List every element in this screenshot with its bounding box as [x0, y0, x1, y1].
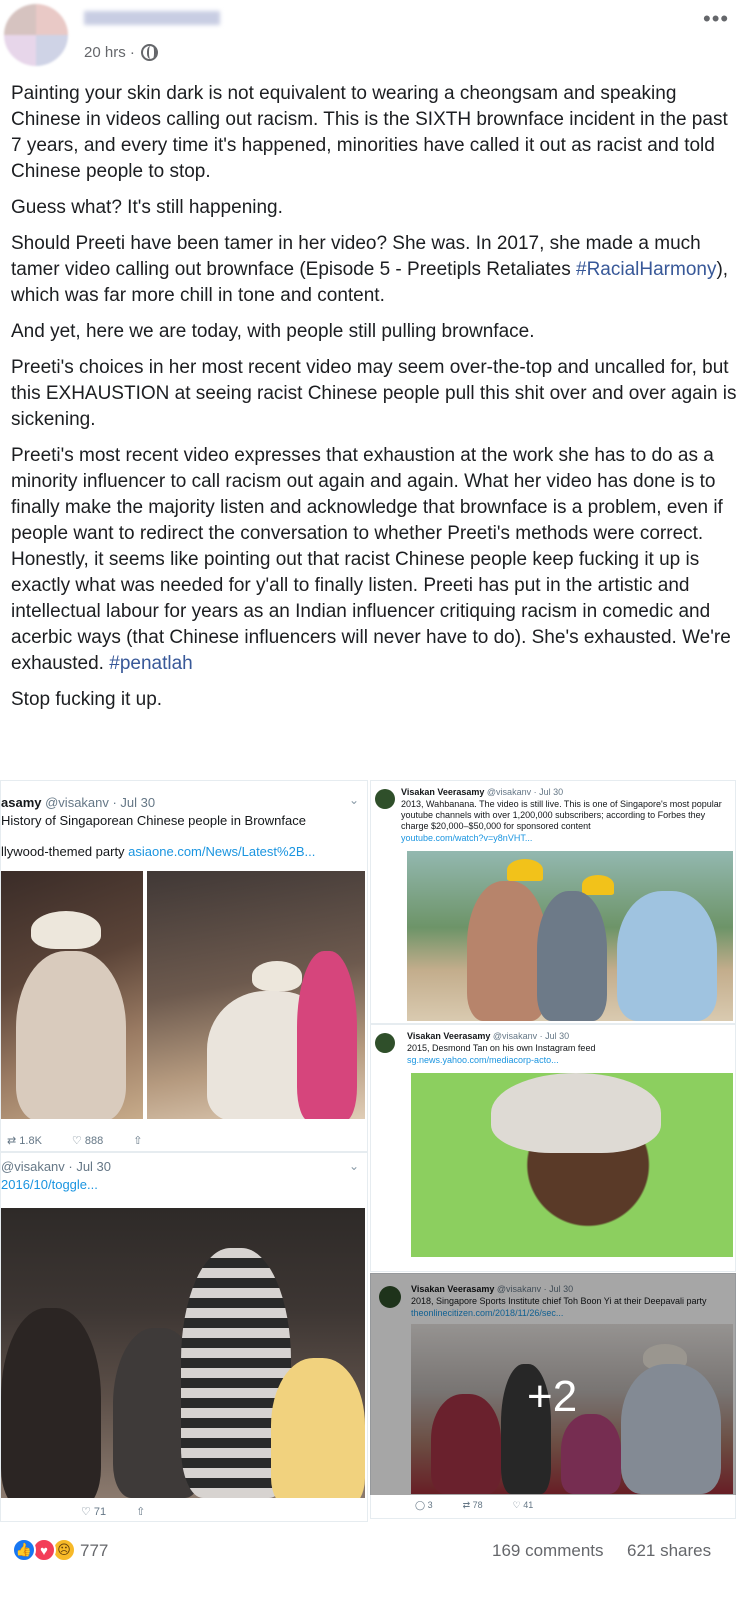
- tweet-handle: @visakanv · Jul 30: [45, 795, 156, 810]
- tweet-header: @visakanv · Jul 30: [1, 1159, 111, 1174]
- retweet-icon[interactable]: ⇄ 1.8K: [7, 1134, 42, 1147]
- paragraph: Should Preeti have been tamer in her vid…: [11, 231, 741, 309]
- heart-icon[interactable]: ♡ 888: [72, 1134, 103, 1147]
- tweet-author: asamy: [1, 795, 42, 810]
- paragraph: Preeti's most recent video expresses tha…: [11, 443, 741, 677]
- chevron-down-icon[interactable]: ⌄: [349, 793, 359, 807]
- hardhat-shape: [582, 875, 614, 895]
- tweet-photo[interactable]: [147, 871, 365, 1119]
- avatar[interactable]: [4, 4, 68, 66]
- tweet-link[interactable]: 2016/10/toggle...: [1, 1177, 98, 1192]
- person-figure: [297, 951, 357, 1119]
- tweet-link[interactable]: asiaone.com/News/Latest%2B...: [128, 844, 315, 859]
- tweet-link[interactable]: youtube.com/watch?v=y8nVHT...: [401, 833, 532, 843]
- heart-icon[interactable]: ♡ 71: [81, 1505, 106, 1518]
- tweet-photo[interactable]: [1, 1208, 365, 1498]
- post-body: Painting your skin dark is not equivalen…: [11, 81, 741, 723]
- tweet-text-line: llywood-themed party asiaone.com/News/La…: [1, 844, 316, 859]
- tweet-text: 2013, Wahbanana. The video is still live…: [401, 799, 722, 831]
- tweet-header: Visakan Veerasamy @visakanv · Jul 30: [401, 787, 564, 797]
- tweet-text: 2015, Desmond Tan on his own Instagram f…: [407, 1043, 596, 1053]
- chevron-down-icon[interactable]: ⌄: [349, 1159, 359, 1173]
- tweet-photo[interactable]: [1, 871, 143, 1119]
- tweet-actions: ◯ 3 ⇄ 78 ♡ 41: [415, 1500, 533, 1511]
- tweet-screenshot[interactable]: Visakan Veerasamy @visakanv · Jul 30 201…: [370, 780, 736, 1024]
- comments-count[interactable]: 169 comments: [492, 1541, 604, 1561]
- tweet-header: Visakan Veerasamy @visakanv · Jul 30: [407, 1031, 570, 1041]
- turban-shape: [491, 1073, 661, 1153]
- tweet-screenshot[interactable]: asamy @visakanv · Jul 30 ⌄ History of Si…: [0, 780, 368, 1152]
- paragraph: And yet, here we are today, with people …: [11, 321, 535, 342]
- tweet-photo[interactable]: [411, 1073, 733, 1257]
- tweet-handle: @visakanv · Jul 30: [1, 1159, 112, 1174]
- shares-count[interactable]: 621 shares: [627, 1541, 711, 1561]
- person-figure: [1, 1308, 101, 1498]
- hashtag-link[interactable]: #penatlah: [109, 653, 192, 674]
- paragraph: Stop fucking it up.: [11, 689, 163, 710]
- turban-shape: [31, 911, 101, 949]
- like-icon[interactable]: 👍: [12, 1538, 36, 1562]
- tweet-screenshot[interactable]: @visakanv · Jul 30 ⌄ 2016/10/toggle... ♡…: [0, 1152, 368, 1522]
- tweet-screenshot[interactable]: Visakan Veerasamy @visakanv · Jul 30 201…: [370, 1024, 736, 1272]
- person-figure: [537, 891, 607, 1021]
- reply-icon[interactable]: ◯ 3: [415, 1500, 433, 1511]
- tweet-avatar[interactable]: [375, 1033, 395, 1053]
- person-figure: [16, 951, 126, 1119]
- post-timestamp[interactable]: 20 hrs ·: [84, 44, 158, 61]
- post-footer: 👍 ♥ ☹ 777 169 comments 621 shares: [0, 1530, 750, 1600]
- tweet-link[interactable]: sg.news.yahoo.com/mediacorp-acto...: [407, 1055, 559, 1065]
- paragraph: Guess what? It's still happening.: [11, 197, 283, 218]
- author-name-blurred[interactable]: [84, 11, 220, 25]
- person-figure: [467, 881, 547, 1021]
- share-icon[interactable]: ⇧: [133, 1134, 142, 1147]
- tweet-photo[interactable]: [407, 851, 733, 1021]
- retweet-icon[interactable]: ⇄ 78: [463, 1500, 483, 1511]
- tweet-header: asamy @visakanv · Jul 30: [1, 795, 155, 810]
- paragraph-text: Preeti's most recent video expresses tha…: [11, 445, 731, 674]
- share-icon[interactable]: ⇧: [136, 1505, 145, 1518]
- heart-icon[interactable]: ♡ 41: [513, 1500, 534, 1511]
- person-figure: [617, 891, 717, 1021]
- tweet-actions: ⇄ 1.8K ♡ 888 ⇧: [7, 1134, 142, 1147]
- person-figure: [271, 1358, 365, 1498]
- more-photos-count[interactable]: +2: [527, 1372, 577, 1422]
- tweet-actions: ♡ 71 ⇧: [81, 1505, 145, 1518]
- tweet-text: History of Singaporean Chinese people in…: [1, 813, 306, 828]
- globe-icon: [140, 44, 158, 61]
- paragraph: Painting your skin dark is not equivalen…: [11, 83, 728, 182]
- turban-shape: [252, 961, 302, 991]
- hardhat-shape: [507, 859, 543, 881]
- tweet-avatar[interactable]: [375, 789, 395, 809]
- reaction-count[interactable]: 777: [80, 1541, 108, 1561]
- hashtag-link[interactable]: #RacialHarmony: [576, 259, 716, 280]
- paragraph: Preeti's choices in her most recent vide…: [11, 357, 737, 430]
- timestamp-text[interactable]: 20 hrs ·: [84, 44, 135, 61]
- photo-collage[interactable]: asamy @visakanv · Jul 30 ⌄ History of Si…: [0, 776, 736, 1522]
- post-header: 20 hrs · •••: [0, 0, 750, 70]
- more-options-icon[interactable]: •••: [703, 6, 729, 32]
